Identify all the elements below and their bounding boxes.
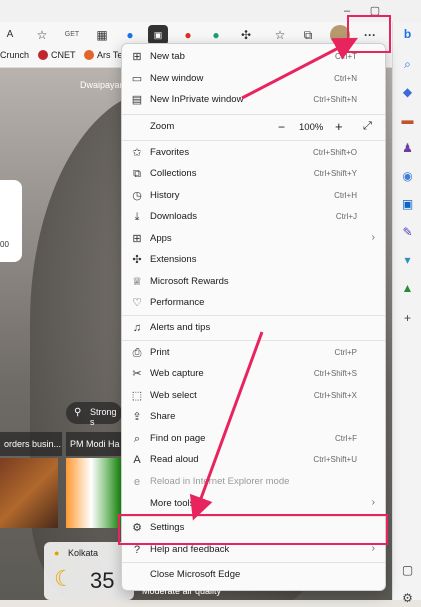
arrow-to-more-button — [241, 37, 358, 100]
arrow-to-settings — [189, 331, 264, 521]
annotation-arrows — [189, 37, 358, 521]
